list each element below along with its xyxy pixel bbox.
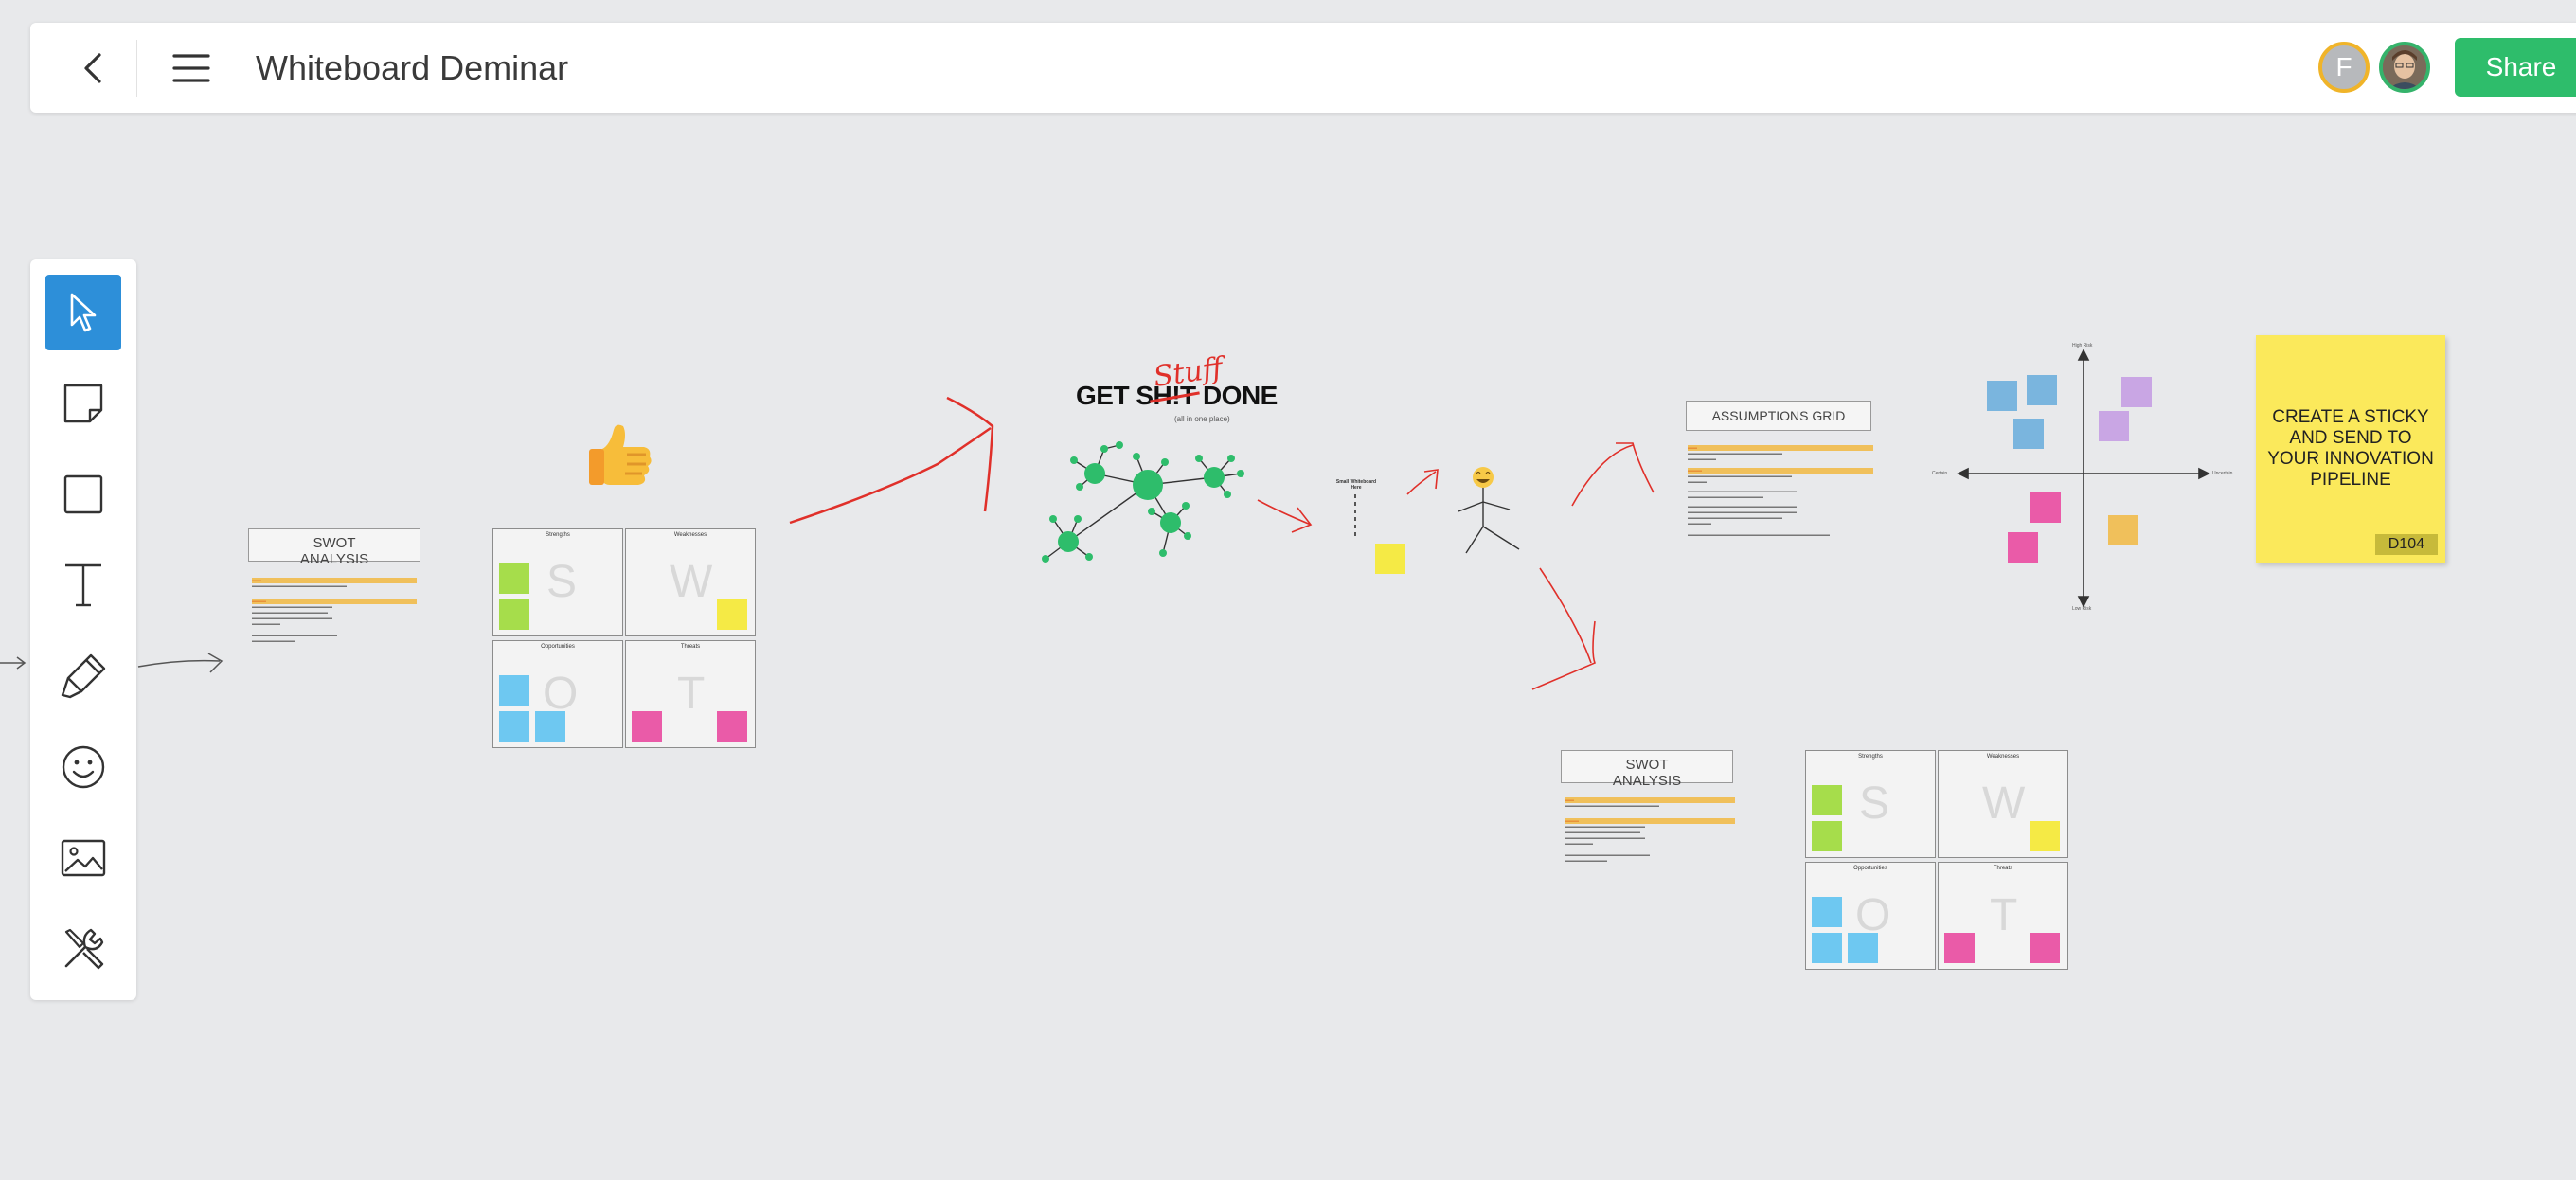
axis-label-top: High Risk xyxy=(2072,343,2093,349)
sticky-note[interactable] xyxy=(2121,377,2152,407)
swot-strengths[interactable]: Strengths S xyxy=(1805,750,1936,858)
swot-threats[interactable]: Threats T xyxy=(625,640,756,748)
small-whiteboard-column xyxy=(1354,494,1356,536)
edge-arrow xyxy=(0,656,27,670)
red-arrow-small xyxy=(1257,499,1313,533)
sticky-note[interactable] xyxy=(2030,492,2061,523)
small-whiteboard-label: Small Whiteboard Here xyxy=(1335,479,1377,491)
red-arrow-down xyxy=(1531,567,1597,690)
assumptions-grid-title[interactable]: ASSUMPTIONS GRID xyxy=(1686,401,1871,431)
quadrant-letter: W xyxy=(1982,778,2026,829)
sticky-note[interactable] xyxy=(499,711,529,742)
sticky-note[interactable] xyxy=(499,675,529,706)
red-arrow-big xyxy=(789,426,992,525)
swot-title-line1: SWOT xyxy=(1625,757,1669,773)
swot-title-box[interactable]: SWOT ANALYSIS xyxy=(1561,750,1733,789)
sticky-text: CREATE A STICKY AND SEND TO YOUR INNOVAT… xyxy=(2267,407,2434,490)
thumbs-up-icon[interactable] xyxy=(581,420,657,491)
quadrant-label: Strengths xyxy=(1858,754,1883,760)
sticky-note[interactable] xyxy=(2030,821,2060,851)
swot-threats[interactable]: Threats T xyxy=(1938,862,2068,970)
gsd-subtitle: (all in one place) xyxy=(1174,415,1230,423)
sticky-note[interactable] xyxy=(717,599,747,630)
quadrant-label: Opportunities xyxy=(1853,866,1887,871)
axis-label-right: Uncertain xyxy=(2212,471,2233,476)
swot-title-line2: ANALYSIS xyxy=(1612,773,1682,789)
laughing-emoji xyxy=(1473,467,1494,488)
swot-title-line2: ANALYSIS xyxy=(299,551,369,567)
quadrant-letter: T xyxy=(1990,890,2018,940)
swot-title-box[interactable]: SWOT ANALYSIS xyxy=(248,528,420,567)
sticky-note[interactable] xyxy=(2027,375,2057,405)
sticky-note[interactable] xyxy=(1375,544,1405,574)
sticky-note[interactable] xyxy=(499,563,529,594)
sticky-note[interactable] xyxy=(1987,381,2017,411)
swot-strengths[interactable]: Strengths S xyxy=(492,528,623,636)
pointer-arrow xyxy=(137,653,224,673)
swot-description: ▬▬ ▬▬▬▬▬▬▬▬▬▬▬▬▬▬▬▬▬▬▬▬ ▬▬▬ ▬▬▬▬▬▬▬▬▬▬▬▬… xyxy=(252,578,417,644)
axis-label-bottom: Low Risk xyxy=(2072,606,2092,612)
sticky-note[interactable] xyxy=(1812,897,1842,927)
quadrant-label: Threats xyxy=(1993,866,2013,871)
red-arrow-small-2 xyxy=(1406,469,1439,495)
quadrant-label: Opportunities xyxy=(541,644,575,650)
stick-figure xyxy=(1458,487,1520,554)
sticky-code-badge: D104 xyxy=(2374,534,2438,555)
sticky-note[interactable] xyxy=(1812,785,1842,815)
swot-weaknesses[interactable]: Weaknesses W xyxy=(1938,750,2068,858)
swot-opportunities[interactable]: Opportunities O xyxy=(1805,862,1936,970)
mind-map-nodes xyxy=(1042,441,1244,563)
swot-opportunities[interactable]: Opportunities O xyxy=(492,640,623,748)
sticky-note[interactable] xyxy=(1812,933,1842,963)
quadrant-label: Weaknesses xyxy=(1986,754,2020,760)
red-arrow-up xyxy=(1571,442,1655,507)
swot-title-line1: SWOT xyxy=(313,535,356,551)
axis-label-left: Certain xyxy=(1932,471,1948,476)
sticky-note[interactable] xyxy=(535,711,565,742)
sticky-note[interactable] xyxy=(2030,933,2060,963)
quadrant-label: Weaknesses xyxy=(673,532,707,538)
sticky-note[interactable] xyxy=(1812,821,1842,851)
red-arrowhead-big xyxy=(946,396,994,512)
sticky-note[interactable] xyxy=(2108,515,2138,545)
gsd-title-left: GET S xyxy=(1076,381,1154,410)
quadrant-letter: T xyxy=(677,669,706,719)
quadrant-label: Threats xyxy=(680,644,701,650)
sticky-note[interactable] xyxy=(717,711,747,742)
sticky-note[interactable] xyxy=(2008,532,2038,563)
sticky-note[interactable] xyxy=(2013,419,2044,449)
sticky-note[interactable] xyxy=(2099,411,2129,441)
assumptions-description: ▬▬ ▬▬▬▬▬▬▬▬▬▬▬▬▬▬▬▬▬▬▬▬ ▬▬▬▬▬▬ ▬▬▬ ▬▬▬▬▬… xyxy=(1688,445,1873,538)
quadrant-letter: W xyxy=(670,557,713,607)
sticky-note[interactable] xyxy=(1848,933,1878,963)
innovation-sticky-note[interactable]: CREATE A STICKY AND SEND TO YOUR INNOVAT… xyxy=(2256,335,2445,563)
quadrant-letter: S xyxy=(1859,778,1890,829)
quadrant-letter: S xyxy=(546,557,578,607)
sticky-note[interactable] xyxy=(1944,933,1975,963)
swot-weaknesses[interactable]: Weaknesses W xyxy=(625,528,756,636)
sticky-note[interactable] xyxy=(632,711,662,742)
sticky-note[interactable] xyxy=(499,599,529,630)
swot-description: ▬▬ ▬▬▬▬▬▬▬▬▬▬▬▬▬▬▬▬▬▬▬▬ ▬▬▬ ▬▬▬▬▬▬▬▬▬▬▬▬… xyxy=(1565,797,1735,864)
quadrant-label: Strengths xyxy=(546,532,570,538)
